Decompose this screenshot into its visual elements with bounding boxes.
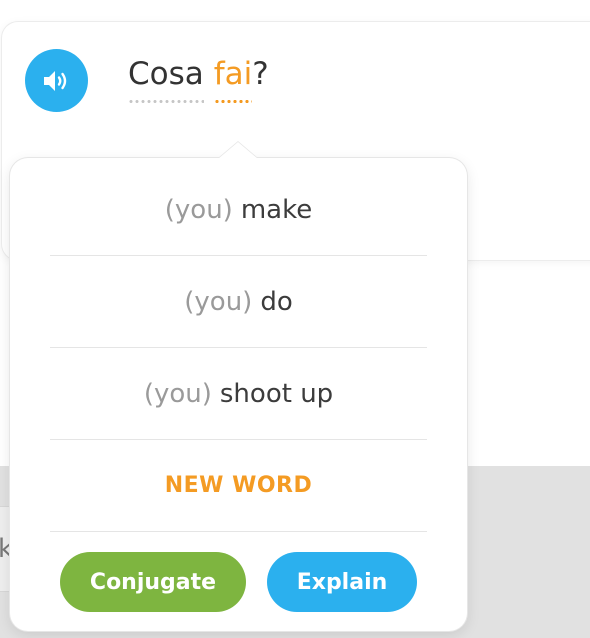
translation-row-do: (you) do	[50, 256, 427, 348]
translation-pronoun: (you)	[164, 194, 233, 225]
translation-pronoun: (you)	[184, 286, 253, 317]
conjugate-button[interactable]: Conjugate	[60, 552, 246, 612]
new-word-label: NEW WORD	[50, 440, 427, 532]
translation-word: do	[260, 286, 293, 317]
popover-arrow	[218, 142, 258, 159]
translation-row-shoot-up: (you) shoot up	[50, 348, 427, 440]
translation-row-make: (you) make	[50, 164, 427, 256]
speaker-icon	[43, 70, 66, 91]
sentence-punctuation: ?	[252, 56, 269, 92]
translation-pronoun: (you)	[143, 378, 212, 409]
page: k Cosa fai ? (you) make (you) do (you) s…	[0, 0, 590, 638]
word-hint-popover: (you) make (you) do (you) shoot up NEW W…	[10, 142, 467, 631]
play-audio-button[interactable]	[25, 49, 88, 112]
translation-word: shoot up	[219, 378, 334, 409]
prompt-sentence: Cosa fai ?	[128, 56, 269, 103]
sentence-word-cosa[interactable]: Cosa	[128, 56, 204, 103]
explain-button[interactable]: Explain	[267, 552, 417, 612]
translation-word: make	[240, 194, 313, 225]
sentence-word-fai[interactable]: fai	[213, 56, 252, 103]
